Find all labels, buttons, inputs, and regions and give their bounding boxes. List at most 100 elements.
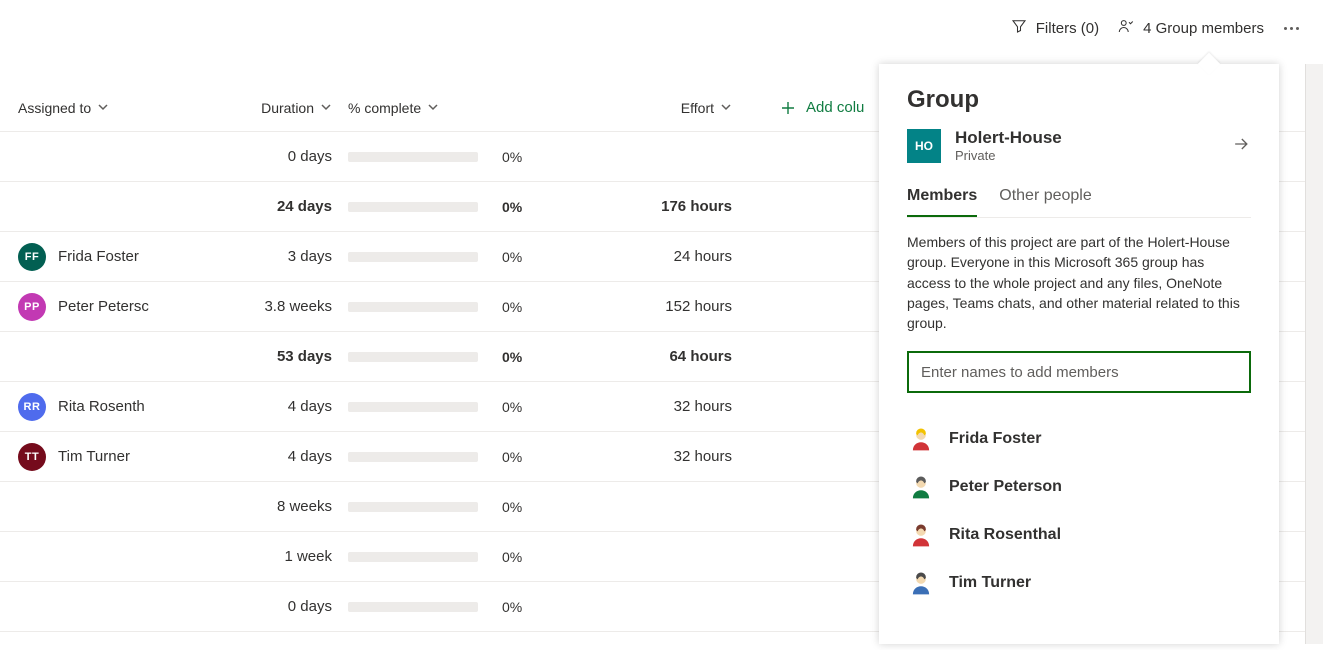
member-row[interactable]: Frida Foster [907, 415, 1251, 463]
member-avatar [907, 473, 935, 501]
avatar: RR [18, 393, 46, 421]
col-effort[interactable]: Effort [538, 100, 738, 116]
open-group-button[interactable] [1231, 134, 1251, 157]
duration-cell: 24 days [178, 198, 338, 215]
col-assigned-to-label: Assigned to [18, 100, 91, 116]
chevron-down-icon [427, 100, 439, 116]
duration-cell: 53 days [178, 348, 338, 365]
avatar: TT [18, 443, 46, 471]
assignee-cell: RR Rita Rosenth [18, 393, 178, 421]
duration-cell: 0 days [178, 148, 338, 165]
pct-complete-cell: 0% [338, 299, 538, 315]
member-name: Frida Foster [949, 430, 1041, 448]
duration-cell: 4 days [178, 398, 338, 415]
col-duration-label: Duration [261, 100, 314, 116]
group-panel: Group HO Holert-House Private Members Ot… [879, 64, 1279, 644]
assignee-cell: PPPeter Petersc [18, 293, 178, 321]
member-avatar [907, 425, 935, 453]
filters-button[interactable]: Filters (0) [1010, 17, 1099, 39]
pct-value: 0% [502, 199, 522, 215]
chevron-down-icon [97, 100, 109, 116]
more-actions-button[interactable] [1282, 23, 1301, 34]
group-name: Holert-House [955, 128, 1217, 148]
panel-tabs: Members Other people [907, 181, 1251, 218]
assignee-cell: TT Tim Turner [18, 443, 178, 471]
member-row[interactable]: Rita Rosenthal [907, 511, 1251, 559]
pct-value: 0% [502, 349, 522, 365]
col-pct-complete-label: % complete [348, 100, 421, 116]
top-toolbar: Filters (0) 4 Group members [1010, 0, 1323, 56]
pct-value: 0% [502, 399, 522, 415]
members-icon [1117, 17, 1135, 39]
member-name: Rita Rosenthal [949, 526, 1061, 544]
member-avatar [907, 521, 935, 549]
assignee-name: Frida Foster [58, 248, 139, 265]
add-column-button[interactable]: Add colu [738, 99, 878, 116]
member-avatar [907, 569, 935, 597]
duration-cell: 3.8 weeks [178, 298, 338, 315]
progress-bar [348, 202, 478, 212]
group-members-button[interactable]: 4 Group members [1117, 17, 1264, 39]
progress-bar [348, 302, 478, 312]
group-members-label: 4 Group members [1143, 20, 1264, 37]
effort-cell: 152 hours [538, 298, 738, 315]
pct-value: 0% [502, 299, 522, 315]
duration-cell: 3 days [178, 248, 338, 265]
col-effort-label: Effort [681, 100, 714, 116]
pct-value: 0% [502, 599, 522, 615]
group-header: HO Holert-House Private [907, 128, 1251, 163]
avatar: PP [18, 293, 46, 321]
progress-bar [348, 452, 478, 462]
progress-bar [348, 602, 478, 612]
filters-label: Filters (0) [1036, 20, 1099, 37]
pct-complete-cell: 0% [338, 349, 538, 365]
duration-cell: 1 week [178, 548, 338, 565]
duration-cell: 4 days [178, 448, 338, 465]
group-tile: HO [907, 129, 941, 163]
progress-bar [348, 152, 478, 162]
col-pct-complete[interactable]: % complete [338, 100, 538, 116]
chevron-down-icon [320, 100, 332, 116]
progress-bar [348, 552, 478, 562]
progress-bar [348, 502, 478, 512]
assignee-name: Tim Turner [58, 448, 130, 465]
add-column-label: Add colu [806, 99, 864, 116]
pct-value: 0% [502, 449, 522, 465]
tab-other-people[interactable]: Other people [999, 181, 1092, 217]
pct-complete-cell: 0% [338, 599, 538, 615]
effort-cell: 32 hours [538, 448, 738, 465]
assignee-cell: FF Frida Foster [18, 243, 178, 271]
member-row[interactable]: Peter Peterson [907, 463, 1251, 511]
pct-complete-cell: 0% [338, 499, 538, 515]
duration-cell: 0 days [178, 598, 338, 615]
pct-complete-cell: 0% [338, 399, 538, 415]
member-name: Peter Peterson [949, 478, 1062, 496]
pct-complete-cell: 0% [338, 449, 538, 465]
pct-value: 0% [502, 149, 522, 165]
progress-bar [348, 402, 478, 412]
member-name: Tim Turner [949, 574, 1031, 592]
avatar: FF [18, 243, 46, 271]
pct-complete-cell: 0% [338, 199, 538, 215]
effort-cell: 176 hours [538, 198, 738, 215]
assignee-name: Rita Rosenth [58, 398, 145, 415]
col-duration[interactable]: Duration [178, 100, 338, 116]
pct-complete-cell: 0% [338, 249, 538, 265]
member-row[interactable]: Tim Turner [907, 559, 1251, 607]
pct-value: 0% [502, 549, 522, 565]
progress-bar [348, 352, 478, 362]
chevron-down-icon [720, 100, 732, 116]
pct-complete-cell: 0% [338, 549, 538, 565]
pct-value: 0% [502, 499, 522, 515]
pct-value: 0% [502, 249, 522, 265]
effort-cell: 24 hours [538, 248, 738, 265]
duration-cell: 8 weeks [178, 498, 338, 515]
col-assigned-to[interactable]: Assigned to [18, 100, 178, 116]
right-scrollbar[interactable] [1305, 64, 1323, 644]
tab-members[interactable]: Members [907, 181, 977, 217]
panel-description: Members of this project are part of the … [907, 232, 1251, 333]
plus-icon [780, 100, 796, 116]
add-members-input[interactable] [907, 351, 1251, 393]
pct-complete-cell: 0% [338, 149, 538, 165]
panel-title: Group [907, 86, 1251, 114]
